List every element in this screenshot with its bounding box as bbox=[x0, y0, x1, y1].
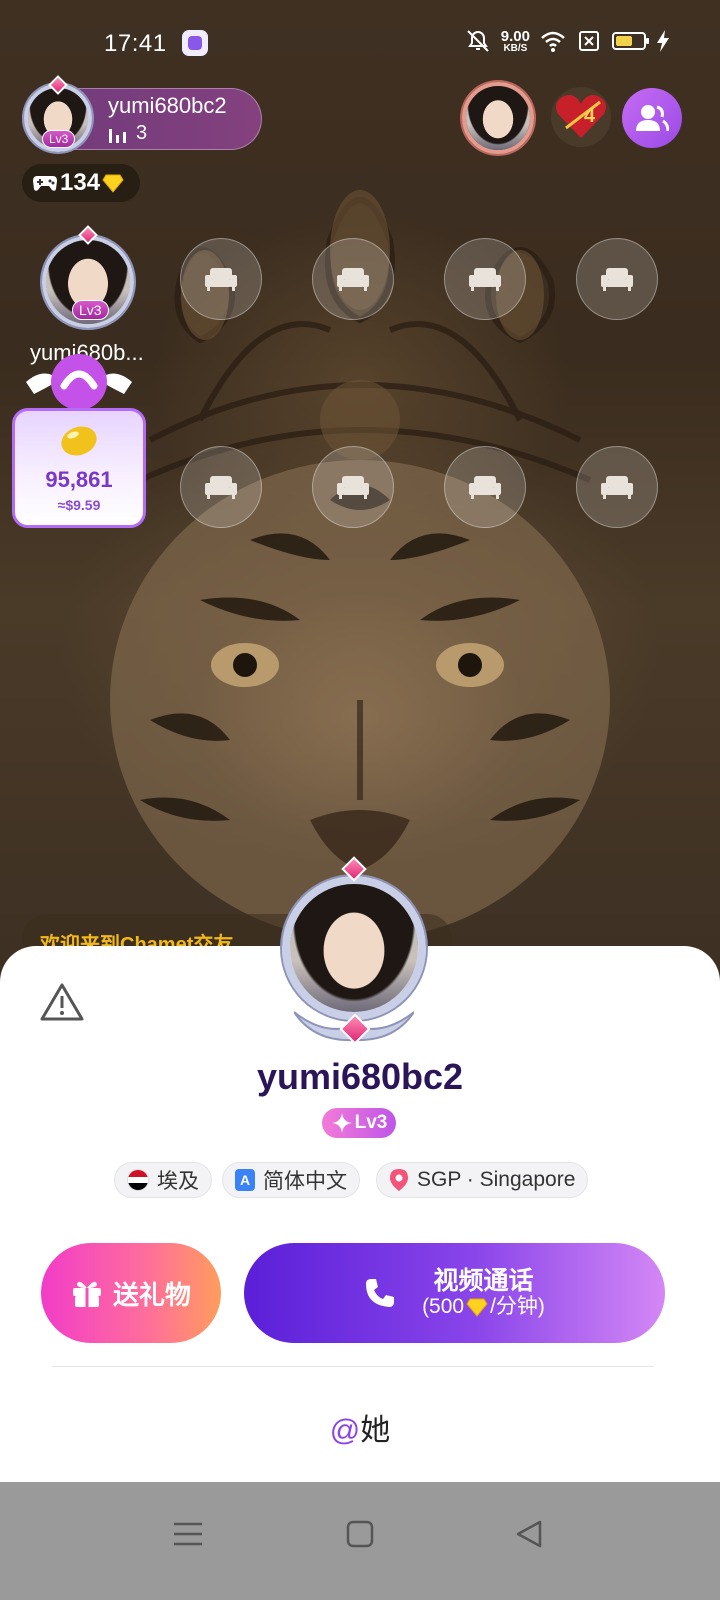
coin-usd-value: ≈$9.59 bbox=[57, 497, 101, 513]
wifi-icon bbox=[541, 31, 565, 52]
mute-icon bbox=[467, 30, 489, 52]
seat-occupant-avatar[interactable]: Lv3 bbox=[38, 225, 138, 334]
seat-level-badge: Lv3 bbox=[72, 300, 109, 320]
network-speed: 9.00 KB/S bbox=[500, 27, 530, 54]
sofa-icon bbox=[601, 268, 633, 291]
sim-off-icon bbox=[579, 31, 599, 51]
at-symbol: @ bbox=[329, 1414, 361, 1447]
coin-reward-card[interactable]: 95,861 ≈$9.59 bbox=[12, 408, 146, 528]
game-coins-pill[interactable]: 134 bbox=[22, 164, 140, 202]
charging-icon bbox=[657, 30, 669, 52]
sofa-icon bbox=[337, 268, 369, 291]
sheet-divider bbox=[52, 1366, 654, 1367]
empty-seat[interactable] bbox=[444, 238, 526, 320]
sofa-icon bbox=[469, 268, 501, 291]
language-chip: A 简体中文 bbox=[222, 1162, 360, 1198]
empty-seat[interactable] bbox=[312, 238, 394, 320]
audience-list-button[interactable] bbox=[622, 88, 682, 148]
sofa-icon bbox=[205, 476, 237, 499]
gift-icon bbox=[72, 1281, 101, 1307]
egypt-flag-icon bbox=[127, 1169, 149, 1191]
video-call-price: (500 /分钟) bbox=[422, 1295, 545, 1319]
status-time: 17:41 bbox=[104, 30, 167, 57]
video-call-button[interactable]: 视频通话 (500 /分钟) bbox=[244, 1243, 665, 1343]
phone-icon bbox=[366, 1279, 395, 1307]
svg-text:4: 4 bbox=[584, 105, 596, 127]
empty-seat[interactable] bbox=[576, 446, 658, 528]
viewer-count: 3 bbox=[108, 122, 147, 145]
mention-button[interactable]: @她 bbox=[0, 1405, 720, 1449]
send-gift-button[interactable]: 送礼物 bbox=[41, 1243, 221, 1343]
location-chip: SGP · Singapore bbox=[376, 1162, 589, 1198]
viewer-avatar[interactable] bbox=[462, 82, 534, 154]
host-level-badge: Lv3 bbox=[42, 130, 76, 148]
location-pin-icon bbox=[390, 1169, 408, 1191]
gamepad-icon bbox=[33, 176, 57, 191]
diamond-icon bbox=[466, 1298, 488, 1318]
host-name: yumi680bc2 bbox=[108, 93, 227, 118]
send-gift-label: 送礼物 bbox=[112, 1279, 191, 1310]
empty-seat[interactable] bbox=[180, 446, 262, 528]
empty-seat[interactable] bbox=[180, 238, 262, 320]
mention-label: 她 bbox=[360, 1414, 391, 1447]
empty-seat[interactable] bbox=[312, 446, 394, 528]
status-bar: 17:41 9.00 KB/S bbox=[0, 24, 720, 64]
menu-icon[interactable] bbox=[168, 1512, 208, 1556]
sparkle-icon bbox=[331, 1113, 352, 1133]
sofa-icon bbox=[601, 476, 633, 499]
diamond-icon bbox=[102, 174, 124, 193]
heart-badge-icon[interactable]: 4 bbox=[548, 84, 614, 150]
country-chip: 埃及 bbox=[114, 1162, 212, 1198]
system-navigation-bar bbox=[0, 1482, 720, 1600]
app-icon bbox=[182, 30, 208, 56]
report-warning-icon[interactable] bbox=[40, 982, 84, 1022]
coin-amount: 95,861 bbox=[45, 467, 113, 492]
empty-seat[interactable] bbox=[576, 238, 658, 320]
empty-seat[interactable] bbox=[444, 446, 526, 528]
video-call-label: 视频通话 bbox=[433, 1266, 534, 1295]
profile-level-badge: Lv3 bbox=[322, 1108, 396, 1138]
people-icon bbox=[636, 105, 669, 132]
battery-icon bbox=[612, 32, 649, 50]
home-icon[interactable] bbox=[340, 1512, 380, 1556]
language-icon: A bbox=[235, 1169, 255, 1191]
game-coins-value: 134 bbox=[60, 169, 101, 196]
sofa-icon bbox=[469, 476, 501, 499]
bean-coin-icon bbox=[61, 426, 97, 456]
profile-name: yumi680bc2 bbox=[256, 1056, 464, 1097]
profile-avatar[interactable] bbox=[266, 856, 442, 1050]
sofa-icon bbox=[205, 268, 237, 291]
sofa-icon bbox=[337, 476, 369, 499]
back-icon[interactable] bbox=[510, 1512, 550, 1556]
audience-bars-icon bbox=[109, 128, 126, 143]
host-avatar[interactable]: Lv3 bbox=[20, 75, 96, 158]
